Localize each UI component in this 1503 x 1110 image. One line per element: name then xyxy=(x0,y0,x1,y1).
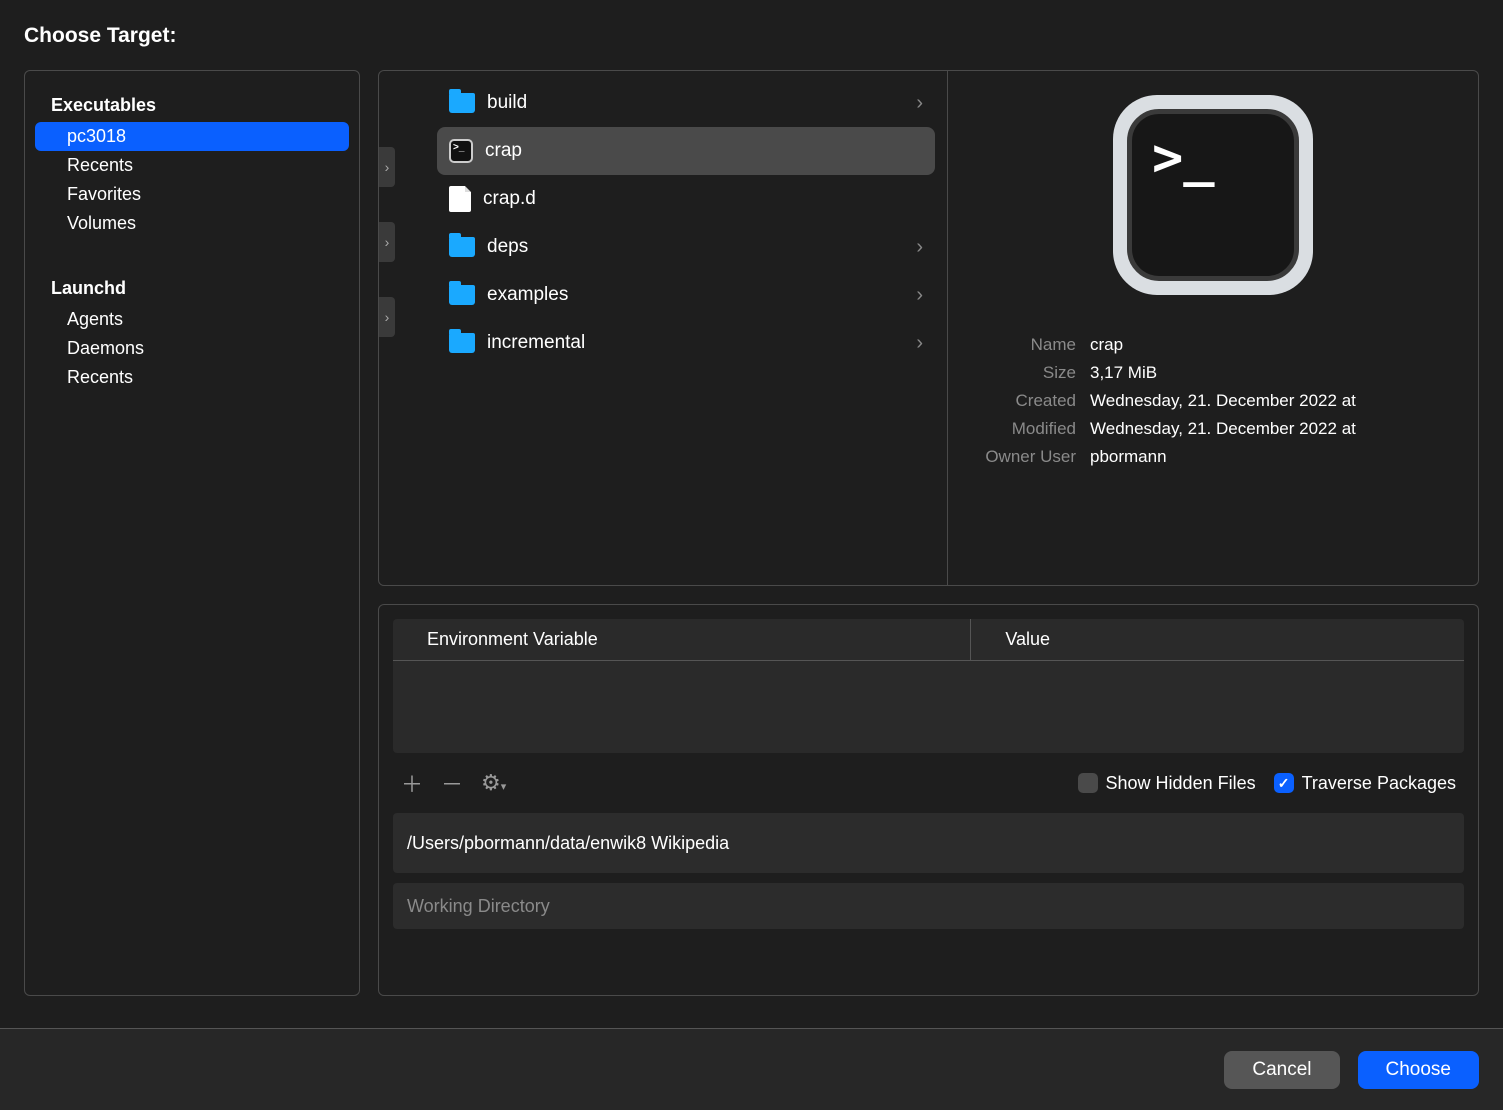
file-name: incremental xyxy=(487,332,585,354)
file-row[interactable]: incremental › xyxy=(437,319,935,367)
dialog-title: Choose Target: xyxy=(24,24,1479,48)
dialog-footer: Cancel Choose xyxy=(0,1028,1503,1110)
meta-created-label: Created xyxy=(966,391,1076,411)
meta-modified-label: Modified xyxy=(966,419,1076,439)
meta-owner-label: Owner User xyxy=(966,447,1076,467)
column-nav-chevron[interactable]: › xyxy=(379,297,395,337)
traverse-packages-checkbox[interactable]: ✓ Traverse Packages xyxy=(1274,773,1456,794)
sidebar-item-favorites[interactable]: Favorites xyxy=(35,180,349,209)
meta-size-label: Size xyxy=(966,363,1076,383)
sidebar-section-launchd: Launchd xyxy=(35,272,349,305)
sidebar-item-pc3018[interactable]: pc3018 xyxy=(35,122,349,151)
meta-name-label: Name xyxy=(966,335,1076,355)
sidebar: Executables pc3018RecentsFavoritesVolume… xyxy=(24,70,360,996)
meta-name-value: crap xyxy=(1090,335,1460,355)
chevron-right-icon: › xyxy=(916,332,923,355)
meta-created-value: Wednesday, 21. December 2022 at xyxy=(1090,391,1460,411)
working-directory-input[interactable] xyxy=(393,883,1464,929)
chevron-right-icon: › xyxy=(916,236,923,259)
column-nav-chevron[interactable]: › xyxy=(379,147,395,187)
file-column: build›>_crapcrap.ddeps›examples›incremen… xyxy=(395,71,948,585)
file-row[interactable]: examples › xyxy=(437,271,935,319)
file-row[interactable]: deps › xyxy=(437,223,935,271)
sidebar-item-volumes[interactable]: Volumes xyxy=(35,209,349,238)
folder-icon xyxy=(449,237,475,257)
sidebar-item-daemons[interactable]: Daemons xyxy=(35,334,349,363)
document-icon xyxy=(449,186,471,212)
sidebar-item-recents[interactable]: Recents xyxy=(35,151,349,180)
meta-modified-value: Wednesday, 21. December 2022 at xyxy=(1090,419,1460,439)
executable-preview-icon: >_ xyxy=(1113,95,1313,295)
preview-metadata: Name crap Size 3,17 MiB Created Wednesday, … xyxy=(966,331,1460,471)
traverse-packages-label: Traverse Packages xyxy=(1302,773,1456,794)
sidebar-item-recents[interactable]: Recents xyxy=(35,363,349,392)
folder-icon xyxy=(449,93,475,113)
terminal-glyph: >_ xyxy=(1127,109,1299,281)
sidebar-section-executables: Executables xyxy=(35,89,349,122)
executable-icon: >_ xyxy=(449,139,473,163)
sidebar-item-agents[interactable]: Agents xyxy=(35,305,349,334)
chevron-right-icon: › xyxy=(916,284,923,307)
chevron-right-icon: › xyxy=(916,92,923,115)
meta-owner-value: pbormann xyxy=(1090,447,1460,467)
show-hidden-files-label: Show Hidden Files xyxy=(1106,773,1256,794)
checkbox-box[interactable]: ✓ xyxy=(1274,773,1294,793)
remove-env-button[interactable]: － xyxy=(441,767,463,799)
column-nav-strip: › › › xyxy=(379,71,395,585)
cancel-button[interactable]: Cancel xyxy=(1224,1051,1339,1089)
folder-icon xyxy=(449,285,475,305)
file-name: crap.d xyxy=(483,188,536,210)
launch-config-panel: Environment Variable Value ＋ － ⚙︎▾ Show … xyxy=(378,604,1479,996)
show-hidden-files-checkbox[interactable]: Show Hidden Files xyxy=(1078,773,1256,794)
folder-icon xyxy=(449,333,475,353)
checkbox-box[interactable] xyxy=(1078,773,1098,793)
file-row[interactable]: crap.d xyxy=(437,175,935,223)
env-var-table[interactable]: Environment Variable Value xyxy=(393,619,1464,753)
env-table-body[interactable] xyxy=(393,661,1464,753)
file-name: deps xyxy=(487,236,528,258)
arguments-input[interactable] xyxy=(393,813,1464,873)
file-name: examples xyxy=(487,284,568,306)
add-env-button[interactable]: ＋ xyxy=(401,767,423,799)
file-row[interactable]: >_ crap xyxy=(437,127,935,175)
file-browser: › › › build›>_crapcrap.ddeps›examples›in… xyxy=(378,70,1479,586)
preview-column: >_ Name crap Size 3,17 MiB Created Wednesda… xyxy=(948,71,1478,585)
choose-button[interactable]: Choose xyxy=(1358,1051,1480,1089)
env-gear-menu[interactable]: ⚙︎▾ xyxy=(481,770,503,796)
column-nav-chevron[interactable]: › xyxy=(379,222,395,262)
meta-size-value: 3,17 MiB xyxy=(1090,363,1460,383)
env-col-variable[interactable]: Environment Variable xyxy=(393,619,971,660)
file-name: crap xyxy=(485,140,522,162)
env-col-value[interactable]: Value xyxy=(971,619,1084,660)
file-name: build xyxy=(487,92,527,114)
file-row[interactable]: build › xyxy=(437,79,935,127)
